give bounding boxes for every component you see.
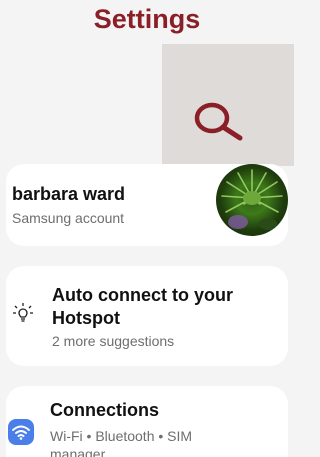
connections-subtitle: Wi-Fi • Bluetooth • SIM manager xyxy=(50,428,193,457)
search-button[interactable] xyxy=(162,44,294,166)
page-title: Settings xyxy=(93,4,201,34)
connections-item[interactable]: Connections Wi-Fi • Bluetooth • SIM mana… xyxy=(6,386,288,457)
avatar[interactable] xyxy=(216,164,288,236)
connections-title: Connections xyxy=(50,400,160,420)
avatar-photo xyxy=(221,169,283,230)
account-name: barbara ward xyxy=(12,184,126,204)
suggestion-subtitle: 2 more suggestions xyxy=(52,333,175,349)
search-icon[interactable] xyxy=(190,100,248,144)
account-subtitle: Samsung account xyxy=(12,210,125,226)
suggestion-card[interactable]: Auto connect to your Hotspot 2 more sugg… xyxy=(6,266,288,366)
account-card[interactable]: barbara ward Samsung account xyxy=(6,164,288,246)
suggestion-title: Auto connect to your Hotspot xyxy=(52,285,233,328)
connections-icon-badge xyxy=(8,419,34,445)
wifi-icon xyxy=(12,425,30,440)
settings-screen: Settings barbara ward Samsung account Au… xyxy=(0,0,294,457)
lightbulb-icon xyxy=(13,303,33,322)
